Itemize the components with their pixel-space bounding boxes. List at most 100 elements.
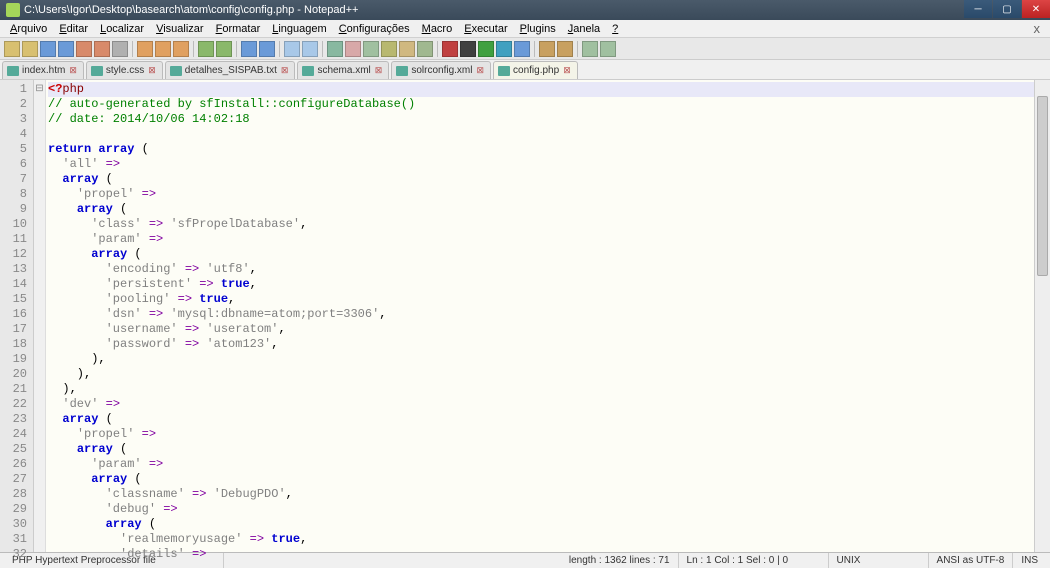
cut-icon[interactable]: [137, 41, 153, 57]
tab-style-css[interactable]: style.css⊠: [86, 61, 163, 79]
save-macro-icon[interactable]: [514, 41, 530, 57]
code-line[interactable]: 'dsn' => 'mysql:dbname=atom;port=3306',: [48, 307, 1050, 322]
code-line[interactable]: 'dev' =>: [48, 397, 1050, 412]
fold-marker[interactable]: [34, 532, 45, 547]
fold-marker[interactable]: [34, 337, 45, 352]
fold-marker[interactable]: [34, 412, 45, 427]
show-all-icon[interactable]: [363, 41, 379, 57]
fold-marker[interactable]: [34, 352, 45, 367]
code-line[interactable]: array (: [48, 412, 1050, 427]
folder-icon[interactable]: [417, 41, 433, 57]
code-line[interactable]: 'all' =>: [48, 157, 1050, 172]
paste-icon[interactable]: [173, 41, 189, 57]
code-line[interactable]: 'pooling' => true,: [48, 292, 1050, 307]
stop-macro-icon[interactable]: [460, 41, 476, 57]
menu-executar[interactable]: Executar: [458, 23, 513, 35]
tab-detalhes_SISPAB-txt[interactable]: detalhes_SISPAB.txt⊠: [165, 61, 296, 79]
code-line[interactable]: 'class' => 'sfPropelDatabase',: [48, 217, 1050, 232]
close-document-button[interactable]: x: [1028, 21, 1047, 36]
code-line[interactable]: 'debug' =>: [48, 502, 1050, 517]
fold-marker[interactable]: [34, 517, 45, 532]
fold-marker[interactable]: [34, 307, 45, 322]
fold-marker[interactable]: [34, 292, 45, 307]
code-line[interactable]: 'encoding' => 'utf8',: [48, 262, 1050, 277]
find-icon[interactable]: [241, 41, 257, 57]
tab-config-php[interactable]: config.php⊠: [493, 61, 578, 79]
code-line[interactable]: array (: [48, 442, 1050, 457]
fold-marker[interactable]: [34, 187, 45, 202]
tab-close-icon[interactable]: ⊠: [375, 65, 383, 76]
code-line[interactable]: // auto-generated by sfInstall::configur…: [48, 97, 1050, 112]
undo-icon[interactable]: [198, 41, 214, 57]
fold-marker[interactable]: [34, 232, 45, 247]
comment-icon[interactable]: [582, 41, 598, 57]
fold-marker[interactable]: [34, 397, 45, 412]
wrap-icon[interactable]: [345, 41, 361, 57]
tab-schema-xml[interactable]: schema.xml⊠: [297, 61, 389, 79]
menu-editar[interactable]: Editar: [53, 23, 94, 35]
code-line[interactable]: 'classname' => 'DebugPDO',: [48, 487, 1050, 502]
close-icon[interactable]: [76, 41, 92, 57]
sync-icon[interactable]: [327, 41, 343, 57]
tab-close-icon[interactable]: ⊠: [148, 65, 156, 76]
code-area[interactable]: <?php// auto-generated by sfInstall::con…: [46, 80, 1050, 552]
uncomment-icon[interactable]: [600, 41, 616, 57]
lang-icon[interactable]: [399, 41, 415, 57]
code-line[interactable]: // date: 2014/10/06 14:02:18: [48, 112, 1050, 127]
code-line[interactable]: array (: [48, 472, 1050, 487]
menu-macro[interactable]: Macro: [416, 23, 459, 35]
fold-marker[interactable]: [34, 142, 45, 157]
menu-plugins[interactable]: Plugins: [514, 23, 562, 35]
fold-marker[interactable]: [34, 442, 45, 457]
zoom-in-icon[interactable]: [284, 41, 300, 57]
fold-marker[interactable]: [34, 547, 45, 562]
tab-close-icon[interactable]: ⊠: [281, 65, 289, 76]
code-line[interactable]: 'realmemoryusage' => true,: [48, 532, 1050, 547]
editor[interactable]: 1234567891011121314151617181920212223242…: [0, 80, 1050, 552]
menu-janela[interactable]: Janela: [562, 23, 606, 35]
fold-marker[interactable]: [34, 487, 45, 502]
code-line[interactable]: 'param' =>: [48, 232, 1050, 247]
code-line[interactable]: array (: [48, 172, 1050, 187]
outdent-icon[interactable]: [539, 41, 555, 57]
menu-formatar[interactable]: Formatar: [210, 23, 267, 35]
menu-?[interactable]: ?: [606, 23, 624, 35]
new-file-icon[interactable]: [4, 41, 20, 57]
code-line[interactable]: 'propel' =>: [48, 427, 1050, 442]
redo-icon[interactable]: [216, 41, 232, 57]
menu-linguagem[interactable]: Linguagem: [266, 23, 332, 35]
fold-marker[interactable]: [34, 202, 45, 217]
fold-marker[interactable]: [34, 277, 45, 292]
menu-visualizar[interactable]: Visualizar: [150, 23, 210, 35]
code-line[interactable]: 'persistent' => true,: [48, 277, 1050, 292]
play-multi-icon[interactable]: [496, 41, 512, 57]
fold-marker[interactable]: [34, 217, 45, 232]
fold-marker[interactable]: [34, 457, 45, 472]
menu-localizar[interactable]: Localizar: [94, 23, 150, 35]
minimize-button[interactable]: ─: [964, 0, 992, 18]
play-macro-icon[interactable]: [478, 41, 494, 57]
fold-column[interactable]: ⊟: [34, 80, 46, 552]
fold-marker[interactable]: [34, 382, 45, 397]
code-line[interactable]: return array (: [48, 142, 1050, 157]
code-line[interactable]: array (: [48, 202, 1050, 217]
fold-marker[interactable]: [34, 502, 45, 517]
close-all-icon[interactable]: [94, 41, 110, 57]
code-line[interactable]: ),: [48, 352, 1050, 367]
tab-solrconfig-xml[interactable]: solrconfig.xml⊠: [391, 61, 491, 79]
fold-marker[interactable]: [34, 247, 45, 262]
tab-close-icon[interactable]: ⊠: [69, 65, 77, 76]
code-line[interactable]: ),: [48, 382, 1050, 397]
scrollbar-thumb[interactable]: [1037, 96, 1048, 276]
menu-configurações[interactable]: Configurações: [333, 23, 416, 35]
fold-marker[interactable]: [34, 262, 45, 277]
tab-index-htm[interactable]: index.htm⊠: [2, 61, 84, 79]
code-line[interactable]: <?php: [48, 82, 1050, 97]
code-line[interactable]: 'password' => 'atom123',: [48, 337, 1050, 352]
maximize-button[interactable]: ▢: [993, 0, 1021, 18]
fold-marker[interactable]: [34, 127, 45, 142]
open-file-icon[interactable]: [22, 41, 38, 57]
copy-icon[interactable]: [155, 41, 171, 57]
tab-close-icon[interactable]: ⊠: [563, 65, 571, 76]
tab-close-icon[interactable]: ⊠: [476, 65, 484, 76]
